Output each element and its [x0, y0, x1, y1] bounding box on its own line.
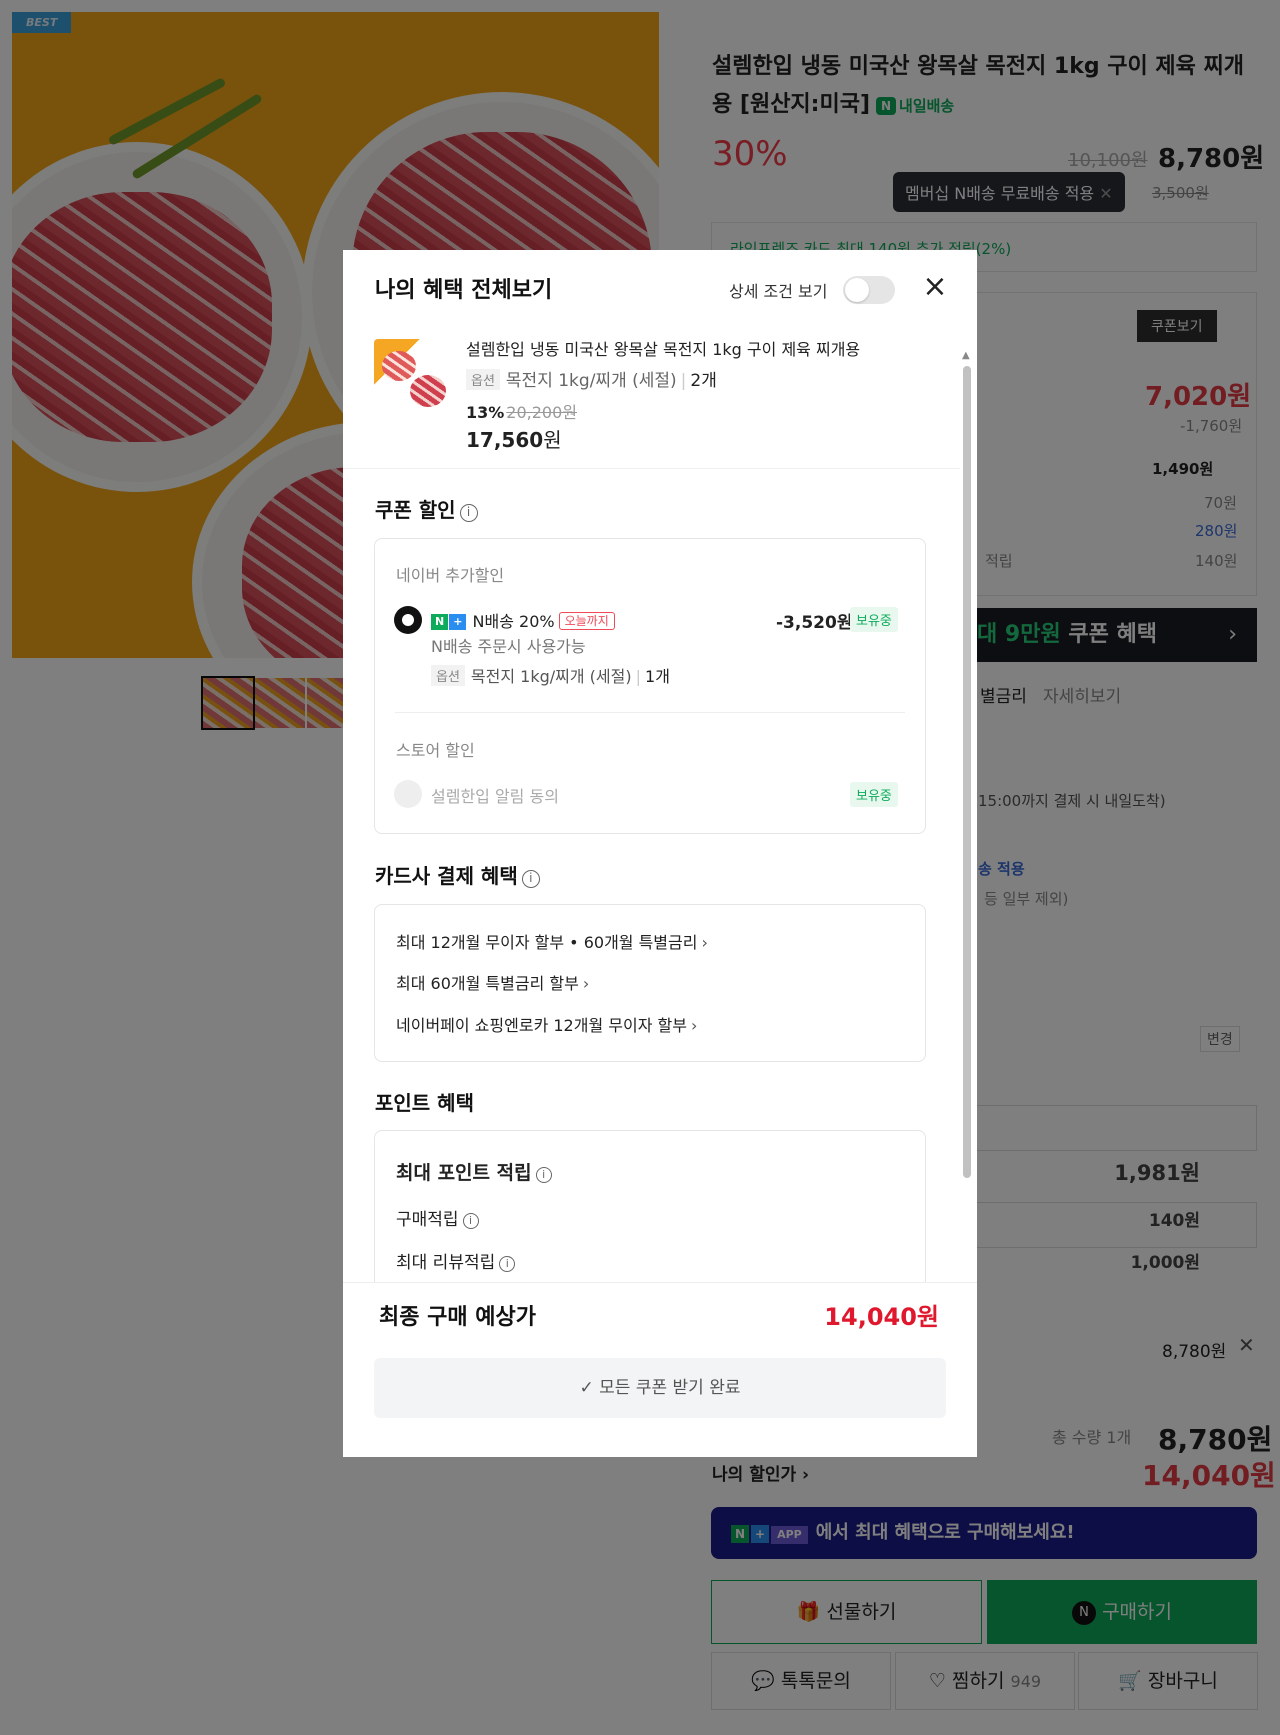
coupon-option-text: 목전지 1kg/찌개 (세절): [470, 667, 632, 686]
item-option-text: 목전지 1kg/찌개 (세절): [505, 371, 677, 391]
card-benefit-item[interactable]: 네이버페이 쇼핑엔로카 12개월 무이자 할부 ›: [396, 1012, 697, 1036]
modal-footer: 최종 구매 예상가 14,040원 ✓ 모든 쿠폰 받기 완료: [343, 1282, 977, 1457]
final-price: 14,040원: [824, 1303, 939, 1331]
item-thumbnail: [374, 339, 451, 415]
option-chip: 옵션: [431, 665, 465, 686]
item-price-number: 17,560: [466, 428, 544, 452]
coupon-radio-selected[interactable]: [394, 606, 422, 634]
card-section-title-text: 카드사 결제 혜택: [375, 864, 518, 888]
naver-discount-label: 네이버 추가할인: [396, 566, 505, 585]
purchase-point-label-text: 구매적립: [396, 1210, 459, 1230]
review-point-value: 1,000원: [1130, 1253, 1200, 1273]
chevron-right-icon: ›: [701, 933, 708, 952]
point-section-title: 포인트 혜택: [375, 1091, 474, 1115]
option-chip: 옵션: [466, 369, 500, 390]
item-quantity: 2개: [690, 371, 717, 391]
modal-scrollbar[interactable]: ▲: [960, 350, 972, 1280]
detail-toggle-label: 상세 조건 보기: [729, 282, 828, 301]
coupon-section-title: 쿠폰 할인 i: [375, 494, 478, 523]
modal-title: 나의 혜택 전체보기: [375, 278, 553, 303]
close-icon[interactable]: ×: [921, 272, 949, 302]
item-discount: 13% 20,200원: [466, 399, 577, 423]
final-price-label: 최종 구매 예상가: [379, 1305, 536, 1330]
card-benefit-text: 최대 60개월 특별금리 할부: [396, 974, 579, 993]
chevron-right-icon: ›: [690, 1016, 698, 1035]
item-name: 설렘한입 냉동 미국산 왕목살 목전지 1kg 구이 제육 찌개용: [466, 340, 861, 359]
card-section-title: 카드사 결제 혜택 i: [375, 860, 540, 889]
max-point-value: 1,981원: [1114, 1161, 1200, 1185]
n-badge-icon: N: [431, 614, 449, 630]
info-icon[interactable]: i: [459, 504, 478, 522]
coupon-option: 옵션 목전지 1kg/찌개 (세절) | 1개: [431, 663, 670, 687]
item-price: 17,560원: [466, 424, 562, 453]
store-owned-badge: 보유중: [850, 782, 898, 807]
info-icon[interactable]: i: [462, 1213, 479, 1229]
coupon-section-title-text: 쿠폰 할인: [375, 498, 456, 522]
item-discount-pct: 13%: [466, 403, 505, 422]
coupon-name: N + N배송 20% 오늘까지: [431, 608, 615, 632]
section-divider: [343, 468, 960, 469]
review-point-label: 최대 리뷰적립 i: [396, 1248, 516, 1273]
item-original-price: 20,200원: [506, 403, 578, 422]
store-coupon-radio[interactable]: [394, 780, 422, 808]
max-point-label-text: 최대 포인트 적립: [396, 1162, 532, 1184]
review-point-label-text: 최대 리뷰적립: [396, 1253, 496, 1273]
info-icon[interactable]: i: [499, 1256, 516, 1272]
today-only-tag: 오늘까지: [558, 612, 615, 630]
plus-badge-icon: +: [449, 614, 467, 630]
all-coupons-received-label: 모든 쿠폰 받기 완료: [599, 1378, 741, 1398]
purchase-point-value: 140원: [1148, 1211, 1200, 1231]
item-price-unit: 원: [543, 428, 562, 452]
coupon-description: N배송 주문시 사용가능: [431, 637, 586, 656]
store-discount-label: 스토어 할인: [396, 741, 475, 760]
max-point-label: 최대 포인트 적립 i: [396, 1158, 552, 1185]
detail-toggle[interactable]: [843, 276, 895, 304]
store-consent-text: 설렘한입 알림 동의: [431, 787, 559, 806]
coupon-option-qty: 1개: [645, 667, 670, 686]
check-icon: ✓: [579, 1378, 594, 1398]
owned-badge: 보유중: [850, 607, 898, 632]
card-benefit-text: 최대 12개월 무이자 할부 • 60개월 특별금리: [396, 933, 698, 952]
coupon-name-text: N배송 20%: [472, 612, 555, 631]
coupon-card-divider: [395, 712, 905, 713]
chevron-right-icon: ›: [582, 974, 590, 993]
item-option: 옵션 목전지 1kg/찌개 (세절) | 2개: [466, 366, 717, 391]
scrollbar-thumb[interactable]: [963, 366, 971, 1178]
purchase-point-label: 구매적립 i: [396, 1205, 479, 1230]
all-coupons-received-button[interactable]: ✓ 모든 쿠폰 받기 완료: [374, 1358, 946, 1418]
info-icon[interactable]: i: [535, 1167, 552, 1183]
card-benefit-item[interactable]: 최대 12개월 무이자 할부 • 60개월 특별금리 ›: [396, 929, 708, 953]
card-benefit-item[interactable]: 최대 60개월 특별금리 할부 ›: [396, 970, 589, 994]
info-icon[interactable]: i: [521, 870, 540, 888]
coupon-amount: -3,520원: [776, 613, 853, 633]
card-benefit-text: 네이버페이 쇼핑엔로카 12개월 무이자 할부: [396, 1016, 687, 1035]
scroll-up-arrow-icon[interactable]: ▲: [962, 350, 970, 361]
